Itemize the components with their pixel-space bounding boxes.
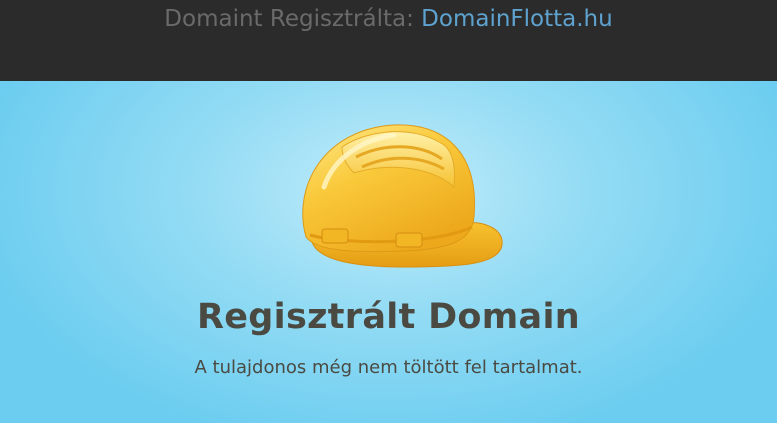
page-title: Regisztrált Domain xyxy=(197,297,580,337)
top-bar: Domaint Regisztrálta: DomainFlotta.hu xyxy=(0,0,777,81)
registrar-label: Domaint Regisztrálta: xyxy=(164,6,414,32)
page-subtitle: A tulajdonos még nem töltött fel tartalm… xyxy=(194,357,583,378)
hard-hat-icon xyxy=(302,124,503,268)
registrar-line: Domaint Regisztrálta: DomainFlotta.hu xyxy=(0,4,777,34)
main-panel: Regisztrált Domain A tulajdonos még nem … xyxy=(0,81,777,423)
registrar-link[interactable]: DomainFlotta.hu xyxy=(421,6,613,32)
